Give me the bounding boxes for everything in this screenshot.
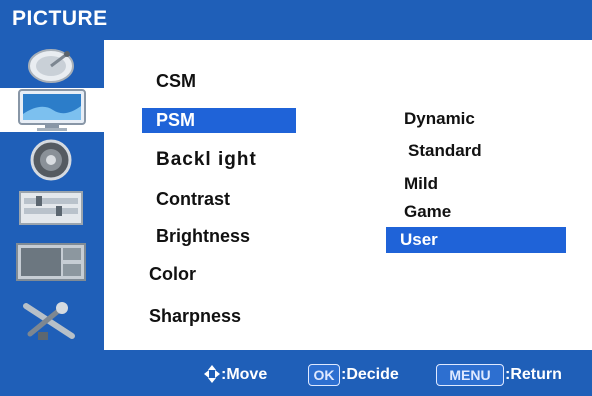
menu-key-label: MENU [436,364,504,386]
tv-monitor-icon [18,89,86,131]
settings-panel-icon [19,191,83,225]
sidebar-item-pip[interactable] [8,240,94,284]
menu-item-sharpness[interactable]: Sharpness [149,306,241,327]
decide-hint: :Decide [341,366,399,383]
sidebar-item-setup[interactable] [8,186,94,230]
option-mild[interactable]: Mild [404,174,438,194]
sidebar-item-audio[interactable] [8,138,94,182]
return-hint: :Return [505,366,562,383]
page-title: PICTURE [12,7,108,30]
option-dynamic[interactable]: Dynamic [404,109,475,129]
menu-item-contrast[interactable]: Contrast [156,189,230,210]
menu-item-csm[interactable]: CSM [156,71,196,92]
picture-menu-panel: CSM PSM Backl ight Contrast Brightness C… [104,40,592,350]
title-bar: PICTURE [0,0,592,40]
menu-item-brightness[interactable]: Brightness [156,226,250,247]
satellite-dish-icon [28,49,74,83]
tools-icon [23,302,75,340]
menu-item-color[interactable]: Color [149,264,196,285]
osd-screen: PICTURE CSM PSM Backl ight Contrast Brig… [0,0,592,396]
sidebar-item-tools[interactable] [8,298,94,342]
menu-item-backlight[interactable]: Backl ight [156,149,257,171]
ok-key-label: OK [308,364,340,386]
option-user[interactable]: User [386,227,566,253]
menu-item-psm[interactable]: PSM [142,108,296,133]
sidebar-item-channel[interactable] [8,44,94,88]
move-hint: :Move [221,366,268,383]
pip-display-icon [16,243,86,281]
move-arrows-icon [204,365,220,383]
sidebar-item-picture[interactable] [0,88,104,132]
speaker-icon [30,139,72,181]
help-bar: :Move OK :Decide MENU :Return [0,350,592,396]
category-sidebar [0,40,104,350]
option-game[interactable]: Game [404,202,451,222]
option-standard[interactable]: Standard [408,141,482,161]
